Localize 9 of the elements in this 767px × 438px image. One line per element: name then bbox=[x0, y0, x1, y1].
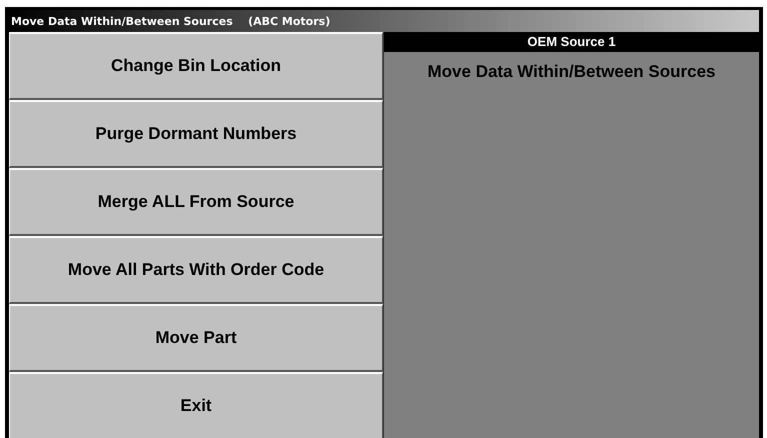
panel-header: OEM Source 1 bbox=[384, 32, 759, 52]
menu-button[interactable]: Move All Parts With Order Code bbox=[9, 236, 383, 304]
menu-button[interactable]: Merge ALL From Source bbox=[9, 168, 383, 236]
menu-button[interactable]: Change Bin Location bbox=[9, 32, 383, 100]
menu-button[interactable]: Exit bbox=[9, 372, 383, 438]
menu-button[interactable]: Move Part bbox=[9, 304, 383, 372]
panel-heading: Move Data Within/Between Sources bbox=[426, 61, 716, 82]
menu-button[interactable]: Purge Dormant Numbers bbox=[9, 100, 383, 168]
window-title: Move Data Within/Between Sources (ABC Motors) bbox=[11, 14, 330, 28]
